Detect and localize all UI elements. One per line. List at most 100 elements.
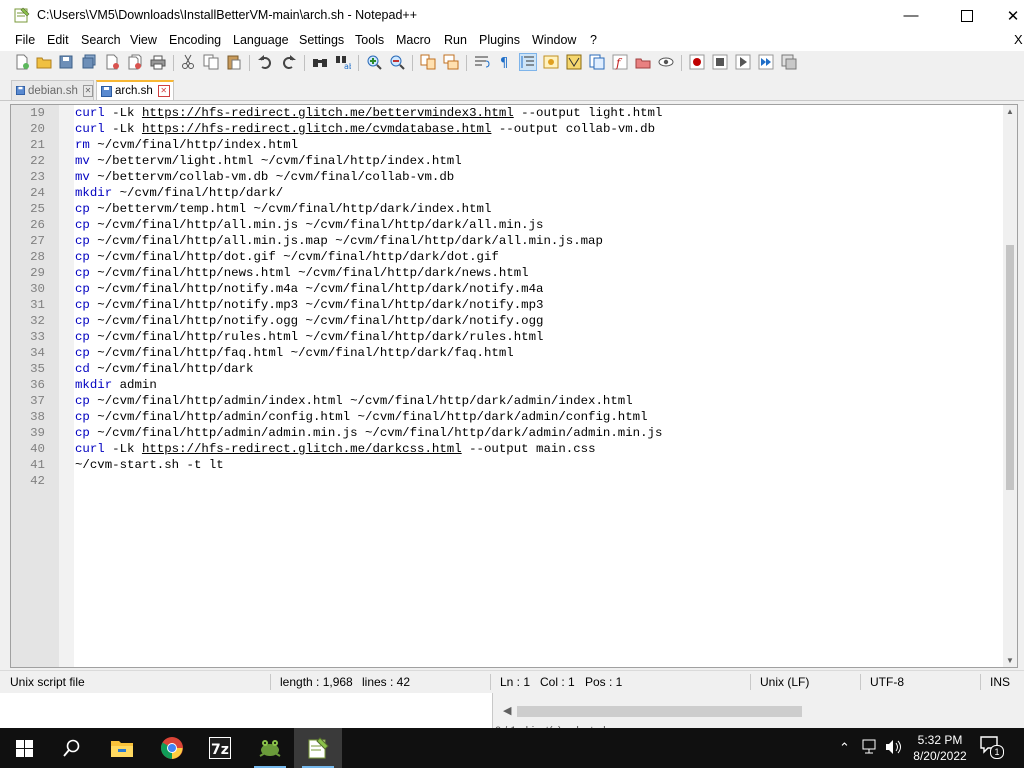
menu-run[interactable]: Run [444,33,467,47]
code-line[interactable]: 20 curl -Lk https://hfs-redirect.glitch.m… [30,121,1003,137]
action-center-button[interactable]: 1 [980,736,1004,760]
code-line[interactable]: 33 cp ~/cvm/final/http/rules.html ~/cvm/f… [30,329,1003,345]
record-macro-icon[interactable] [689,54,705,70]
code-line[interactable]: 37 cp ~/cvm/final/http/admin/index.html ~… [30,393,1003,409]
close-document-x[interactable]: X [1014,32,1023,47]
run-macro-multiple-icon[interactable] [758,54,774,70]
menu-view[interactable]: View [130,33,157,47]
code-line[interactable]: 30 cp ~/cvm/final/http/notify.m4a ~/cvm/f… [30,281,1003,297]
scroll-left-arrow-icon[interactable]: ◀ [503,704,511,717]
menu-edit[interactable]: Edit [47,33,69,47]
user-defined-language-icon[interactable] [543,54,559,70]
stop-recording-icon[interactable] [712,54,728,70]
code-line[interactable]: 25 cp ~/bettervm/temp.html ~/cvm/final/ht… [30,201,1003,217]
cut-icon[interactable] [180,54,196,70]
tab-close-icon[interactable]: ✕ [157,85,170,97]
scroll-down-arrow-icon[interactable]: ▼ [1006,656,1014,665]
code-line[interactable]: 19 curl -Lk https://hfs-redirect.glitch.m… [30,105,1003,121]
show-hidden-icons-chevron-icon[interactable]: ⌃ [839,740,850,756]
scroll-up-arrow-icon[interactable]: ▲ [1006,107,1014,116]
menu-help[interactable]: ? [590,33,597,47]
taskbar-frog-app[interactable] [246,728,294,768]
tab-arch-sh[interactable]: arch.sh ✕ [96,80,174,100]
monitoring-eye-icon[interactable] [658,54,674,70]
zoom-out-icon[interactable] [389,54,405,70]
menu-language[interactable]: Language [233,33,289,47]
close-button[interactable]: ✕ [990,0,1024,31]
taskbar-7zip[interactable]: 7z [196,728,244,768]
encoding[interactable]: UTF-8 [870,675,904,689]
code-line[interactable]: 35 cd ~/cvm/final/http/dark [30,361,1003,377]
menu-plugins[interactable]: Plugins [479,33,520,47]
insert-mode[interactable]: INS [990,675,1010,689]
tab-debian-sh[interactable]: debian.sh ✕ [11,80,94,100]
vertical-scrollbar[interactable]: ▲ ▼ [1003,105,1017,667]
menu-file[interactable]: File [15,33,35,47]
code-line[interactable]: 32 cp ~/cvm/final/http/notify.ogg ~/cvm/f… [30,313,1003,329]
code-line[interactable]: 42 [30,473,1003,489]
taskbar-chrome[interactable] [148,728,196,768]
show-all-characters-icon[interactable]: ¶ [497,54,513,70]
function-list-icon[interactable] [589,54,605,70]
code-line[interactable]: 21 rm ~/cvm/final/http/index.html [30,137,1003,153]
code-line[interactable]: 27 cp ~/cvm/final/http/all.min.js.map ~/c… [30,233,1003,249]
redo-icon[interactable] [281,54,297,70]
menu-settings[interactable]: Settings [299,33,344,47]
new-file-icon[interactable] [14,54,30,70]
code-line[interactable]: 28 cp ~/cvm/final/http/dot.gif ~/cvm/fina… [30,249,1003,265]
code-line[interactable]: 38 cp ~/cvm/final/http/admin/config.html … [30,409,1003,425]
url-link[interactable]: https://hfs-redirect.glitch.me/cvmdataba… [142,122,491,136]
code-line[interactable]: 41 ~/cvm-start.sh -t lt [30,457,1003,473]
copy-icon[interactable] [203,54,219,70]
replace-icon[interactable]: ab [335,54,351,70]
code-line[interactable]: 29 cp ~/cvm/final/http/news.html ~/cvm/fi… [30,265,1003,281]
minimize-button[interactable]: — [888,0,934,31]
folder-as-workspace-icon[interactable] [635,54,651,70]
system-clock[interactable]: 5:32 PM 8/20/2022 [905,732,975,764]
play-macro-icon[interactable] [735,54,751,70]
fold-margin[interactable] [59,105,74,667]
menu-encoding[interactable]: Encoding [169,33,221,47]
code-line[interactable]: 40 curl -Lk https://hfs-redirect.glitch.m… [30,441,1003,457]
menu-search[interactable]: Search [81,33,121,47]
close-icon[interactable] [104,54,120,70]
code-editor[interactable]: 19 curl -Lk https://hfs-redirect.glitch.m… [10,104,1018,668]
scrollbar-thumb[interactable] [1006,245,1014,490]
save-icon[interactable] [58,54,74,70]
paste-icon[interactable] [226,54,242,70]
volume-icon[interactable] [885,739,903,755]
code-line[interactable]: 39 cp ~/cvm/final/http/admin/admin.min.js… [30,425,1003,441]
save-all-icon[interactable] [81,54,97,70]
open-file-icon[interactable] [36,54,52,70]
title-bar[interactable]: C:\Users\VM5\Downloads\InstallBetterVM-m… [0,0,1024,31]
code-line[interactable]: 34 cp ~/cvm/final/http/faq.html ~/cvm/fin… [30,345,1003,361]
undo-icon[interactable] [257,54,273,70]
code-line[interactable]: 23 mv ~/bettervm/collab-vm.db ~/cvm/final… [30,169,1003,185]
url-link[interactable]: https://hfs-redirect.glitch.me/bettervmi… [142,106,514,120]
document-map-icon[interactable] [566,54,582,70]
save-macro-icon[interactable] [781,54,797,70]
find-icon[interactable] [312,54,328,70]
maximize-button[interactable] [944,0,990,31]
code-line[interactable]: 24 mkdir ~/cvm/final/http/dark/ [30,185,1003,201]
code-line[interactable]: 22 mv ~/bettervm/light.html ~/cvm/final/h… [30,153,1003,169]
code-area[interactable]: 19 curl -Lk https://hfs-redirect.glitch.m… [30,105,1003,667]
code-line[interactable]: 31 cp ~/cvm/final/http/notify.mp3 ~/cvm/f… [30,297,1003,313]
background-horizontal-scrollbar[interactable]: ◀ [501,703,1017,720]
word-wrap-icon[interactable] [474,54,490,70]
line-ending[interactable]: Unix (LF) [760,675,809,689]
taskbar-notepad-plus-plus[interactable] [294,728,342,768]
indent-guide-icon[interactable] [519,53,537,71]
menu-macro[interactable]: Macro [396,33,431,47]
sync-horizontal-scroll-icon[interactable] [443,54,459,70]
tab-close-icon[interactable]: ✕ [82,84,93,97]
zoom-in-icon[interactable] [366,54,382,70]
search-button[interactable] [48,728,96,768]
taskbar-file-explorer[interactable] [98,728,146,768]
url-link[interactable]: https://hfs-redirect.glitch.me/darkcss.h… [142,442,462,456]
print-icon[interactable] [150,54,166,70]
sync-vertical-scroll-icon[interactable] [420,54,436,70]
code-line[interactable]: 36 mkdir admin [30,377,1003,393]
scrollbar-thumb[interactable] [517,706,802,717]
close-all-icon[interactable] [127,54,143,70]
